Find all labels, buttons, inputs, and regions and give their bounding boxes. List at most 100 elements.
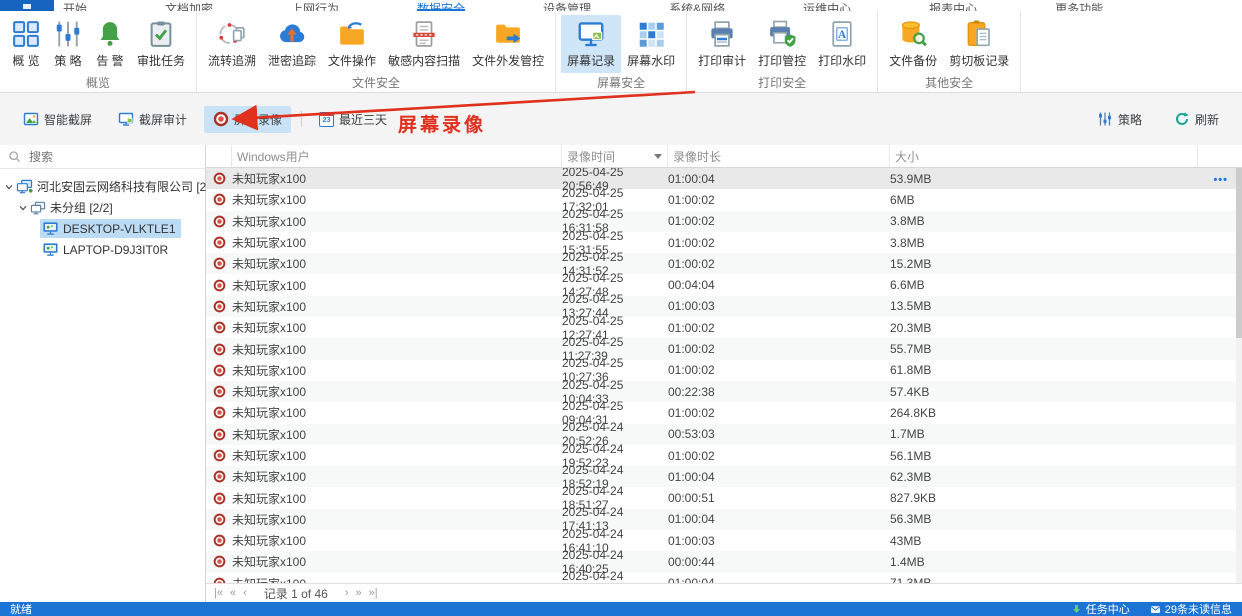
- table-row[interactable]: 未知玩家x100 2025-04-24 15:22:06 01:00:04 71…: [206, 569, 1242, 583]
- table-row[interactable]: 未知玩家x100 2025-04-25 12:27:41 01:00:02 20…: [206, 314, 1242, 342]
- prev-page-button[interactable]: ‹: [243, 587, 247, 599]
- tree-node-company[interactable]: 河北安固云网络科技有限公司 [2/2]: [0, 176, 220, 197]
- record-icon: [206, 215, 232, 228]
- cell-windows-user: 未知玩家x100: [232, 575, 562, 583]
- table-row[interactable]: 未知玩家x100 2025-04-25 13:27:44 01:00:03 13…: [206, 292, 1242, 320]
- sort-caret-icon[interactable]: [654, 153, 662, 159]
- chevron-down-icon[interactable]: [4, 182, 14, 192]
- ribbon-alert-button[interactable]: 告 警: [89, 15, 131, 73]
- last-page-button[interactable]: »|: [369, 587, 378, 599]
- cell-windows-user: 未知玩家x100: [232, 214, 307, 229]
- pagination-bar: |« « ‹ 记录 1 of 46 › » »|: [206, 583, 1242, 602]
- tab-ops-center[interactable]: 运维中心: [803, 0, 851, 11]
- table-row[interactable]: 未知玩家x100 2025-04-25 14:27:48 00:04:04 6.…: [206, 271, 1242, 299]
- ribbon-approval-tasks-button[interactable]: 审批任务: [131, 15, 191, 73]
- ribbon-print-audit-button[interactable]: 打印审计: [692, 15, 752, 73]
- table-row[interactable]: 未知玩家x100 2025-04-25 10:04:33 00:22:38 57…: [206, 378, 1242, 406]
- cell-windows-user: 未知玩家x100: [232, 491, 307, 506]
- table-row[interactable]: 未知玩家x100 2025-04-24 18:51:27 00:00:51 82…: [206, 484, 1242, 512]
- cell-windows-user: 未知玩家x100: [232, 534, 307, 549]
- table-row[interactable]: 未知玩家x100 2025-04-24 16:41:10 01:00:03 43…: [206, 527, 1242, 555]
- ribbon-file-outgoing-control-button[interactable]: 文件外发管控: [466, 15, 550, 73]
- header-windows-user[interactable]: Windows用户: [232, 145, 562, 167]
- ribbon-print-control-button[interactable]: 打印管控: [752, 15, 812, 73]
- tab-report-center[interactable]: 报表中心: [929, 0, 977, 11]
- policy-button[interactable]: 策略: [1088, 106, 1151, 133]
- header-record-time[interactable]: 录像时间: [562, 145, 668, 167]
- ribbon-sensitive-scan-button[interactable]: 敏感内容扫描: [382, 15, 466, 73]
- table-row[interactable]: 未知玩家x100 2025-04-25 10:27:36 01:00:02 61…: [206, 356, 1242, 384]
- recordings-table: Windows用户 录像时间 录像时长 大小 未知玩家x100 2025-04-…: [206, 145, 1242, 602]
- ribbon-screen-record-button[interactable]: 屏幕记录: [561, 15, 622, 73]
- tab-system-network[interactable]: 系统&网络: [669, 0, 725, 11]
- scrollbar-thumb[interactable]: [1236, 168, 1242, 338]
- tab-doc-encryption[interactable]: 文档加密: [165, 0, 213, 11]
- tree-node-desktop-vlktle1[interactable]: DESKTOP-VLKTLE1: [0, 218, 205, 239]
- cell-windows-user: 未知玩家x100: [232, 512, 307, 527]
- cell-size: 6MB: [890, 192, 915, 207]
- table-row[interactable]: 未知玩家x100 2025-04-24 19:52:23 01:00:02 56…: [206, 442, 1242, 470]
- monitor-record-icon: [578, 22, 604, 47]
- ribbon-leak-track-button[interactable]: 泄密追踪: [262, 15, 322, 73]
- cell-windows-user: 未知玩家x100: [232, 236, 307, 251]
- smart-capture-button[interactable]: 智能截屏: [14, 106, 101, 133]
- tab-internet-behavior[interactable]: 上网行为: [291, 0, 339, 11]
- first-page-button[interactable]: |«: [214, 587, 223, 599]
- table-row[interactable]: 未知玩家x100 2025-04-25 11:27:39 01:00:02 55…: [206, 335, 1242, 363]
- table-row[interactable]: 未知玩家x100 2025-04-25 20:56:49 01:00:04 53…: [206, 168, 1242, 193]
- unread-messages-button[interactable]: 29条未读信息: [1150, 601, 1232, 616]
- cell-size: 62.3MB: [890, 469, 932, 484]
- cell-windows-user: 未知玩家x100: [232, 385, 307, 400]
- next-page-button[interactable]: ›: [345, 587, 349, 599]
- cloud-arrow-icon: [280, 24, 305, 43]
- row-menu-button[interactable]: •••: [1213, 174, 1228, 186]
- chevron-down-icon[interactable]: [18, 203, 28, 213]
- tab-more-features[interactable]: 更多功能: [1055, 0, 1103, 11]
- ribbon-group-screen-security: 屏幕记录 屏幕水印 屏幕安全: [556, 11, 688, 92]
- ribbon-file-operations-button[interactable]: 文件操作: [322, 15, 382, 73]
- ribbon-overview-button[interactable]: 概 览: [5, 15, 47, 73]
- table-row[interactable]: 未知玩家x100 2025-04-24 16:40:25 00:00:44 1.…: [206, 548, 1242, 576]
- table-row[interactable]: 未知玩家x100 2025-04-24 20:52:26 00:53:03 1.…: [206, 420, 1242, 448]
- tab-home[interactable]: 开始: [63, 0, 87, 11]
- record-icon: [206, 555, 232, 568]
- fast-prev-button[interactable]: «: [230, 587, 236, 599]
- vertical-scrollbar[interactable]: [1236, 168, 1242, 583]
- ribbon-print-watermark-button[interactable]: A 打印水印: [812, 15, 872, 73]
- device-tree-panel: 河北安固云网络科技有限公司 [2/2] 未分组 [2/2] DESKTOP-VL…: [0, 145, 220, 602]
- table-row[interactable]: 未知玩家x100 2025-04-25 16:31:58 01:00:02 3.…: [206, 207, 1242, 235]
- ribbon-clipboard-record-button[interactable]: 剪切板记录: [943, 15, 1015, 73]
- capture-audit-button[interactable]: 截屏审计: [109, 106, 196, 133]
- search-input[interactable]: [27, 148, 197, 165]
- task-center-button[interactable]: 任务中心: [1071, 601, 1130, 616]
- tab-device-management[interactable]: 设备管理: [543, 0, 591, 11]
- ribbon-flow-trace-button[interactable]: 流转追溯: [202, 15, 262, 73]
- refresh-button[interactable]: 刷新: [1165, 106, 1228, 133]
- app-menu-button[interactable]: [0, 0, 54, 11]
- table-row[interactable]: 未知玩家x100 2025-04-25 09:04:31 01:00:02 26…: [206, 399, 1242, 427]
- calendar-icon: 23: [319, 111, 335, 127]
- screen-recording-button[interactable]: 屏幕录像: [204, 105, 292, 133]
- cell-windows-user: 未知玩家x100: [232, 470, 307, 485]
- ribbon-group-label: 屏幕安全: [597, 76, 646, 90]
- tree-node-ungrouped[interactable]: 未分组 [2/2]: [0, 197, 205, 218]
- ribbon-policy-button[interactable]: 策 略: [47, 15, 89, 73]
- table-row[interactable]: 未知玩家x100 2025-04-24 17:41:13 01:00:04 56…: [206, 505, 1242, 533]
- search-box[interactable]: [0, 145, 205, 169]
- table-row[interactable]: 未知玩家x100 2025-04-25 17:32:01 01:00:02 6M…: [206, 186, 1242, 214]
- table-row[interactable]: 未知玩家x100 2025-04-25 14:31:52 01:00:02 15…: [206, 250, 1242, 278]
- ribbon-screen-watermark-button[interactable]: 屏幕水印: [621, 15, 681, 73]
- table-row[interactable]: 未知玩家x100 2025-04-25 15:31:55 01:00:02 3.…: [206, 229, 1242, 257]
- table-row[interactable]: 未知玩家x100 2025-04-24 18:52:19 01:00:04 62…: [206, 463, 1242, 491]
- cell-size: 71.3MB: [890, 576, 1198, 583]
- tree-node-laptop-d9j3it0r[interactable]: LAPTOP-D9J3IT0R: [0, 239, 205, 260]
- cell-record-duration: 01:00:02: [668, 192, 715, 207]
- recent-three-days-button[interactable]: 23 最近三天: [310, 106, 396, 133]
- ribbon-file-backup-button[interactable]: 文件备份: [883, 15, 943, 73]
- header-record-duration[interactable]: 录像时长: [668, 145, 890, 167]
- folder-arrow-right-icon: [496, 24, 521, 43]
- tab-data-security[interactable]: 数据安全: [417, 0, 466, 11]
- fast-next-button[interactable]: »: [356, 587, 362, 599]
- header-size[interactable]: 大小: [890, 145, 1198, 167]
- ribbon-group-overview: 概 览 策 略 告 警 审批任务 概览: [0, 11, 198, 92]
